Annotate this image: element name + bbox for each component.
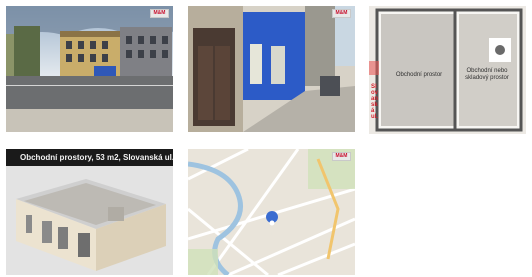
realty-badge: M&M (332, 152, 351, 161)
photo-thumb-map[interactable]: M&M (188, 149, 355, 275)
room-label-side: Obchodní nebo skladový prostor (465, 68, 509, 82)
realty-badge: M&M (332, 9, 351, 18)
street-side-label: Slovanská ul. (371, 84, 379, 120)
model-3d-image (6, 149, 173, 275)
street-photo-image (6, 6, 173, 132)
photo-thumb-street[interactable]: M&M (6, 6, 173, 132)
photo-thumb-facade[interactable]: M&M (188, 6, 355, 132)
facade-photo-image (188, 6, 355, 132)
listing-title-banner: Obchodní prostory, 53 m2, Slovanská ul. (6, 149, 173, 166)
photo-thumb-floorplan[interactable]: Obchodní prostor Obchodní nebo skladový … (369, 6, 526, 134)
map-image (188, 149, 355, 275)
realty-badge: M&M (150, 9, 169, 18)
photo-thumb-3d-model[interactable]: Obchodní prostory, 53 m2, Slovanská ul. (6, 149, 173, 275)
room-label-main: Obchodní prostor (395, 72, 443, 78)
